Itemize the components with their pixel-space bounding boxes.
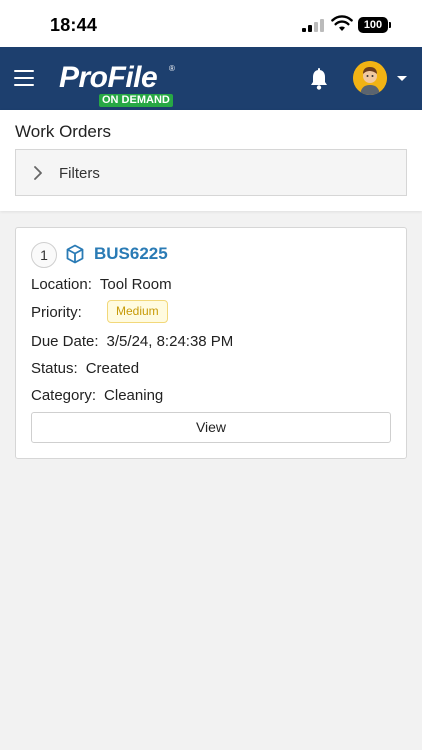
page-title: Work Orders — [15, 122, 112, 141]
logo-registered-mark: ® — [169, 64, 175, 73]
bell-icon[interactable] — [309, 68, 329, 90]
location-value: Tool Room — [99, 276, 172, 293]
work-order-index: 1 — [31, 242, 57, 268]
logo-text: ProFile — [59, 61, 158, 94]
due-date-label: Due Date: — [31, 333, 99, 350]
status-bar: 18:44 100 — [0, 0, 422, 47]
priority-badge: Medium — [107, 300, 168, 323]
status-value: Created — [85, 360, 140, 377]
chevron-right-icon — [34, 166, 42, 180]
category-label: Category: — [31, 387, 97, 404]
location-label: Location: — [31, 276, 92, 293]
location-row: Location: Tool Room — [31, 276, 172, 293]
priority-label: Priority: — [31, 304, 82, 321]
status-time: 18:44 — [50, 15, 98, 35]
battery-icon: 100 — [358, 17, 392, 33]
avatar[interactable] — [353, 61, 387, 95]
work-order-id-link[interactable]: BUS6225 — [94, 244, 168, 264]
category-value: Cleaning — [104, 387, 164, 404]
app-header: ProFile ® ON DEMAND — [0, 47, 422, 110]
wifi-icon — [331, 15, 353, 31]
filters-label: Filters — [59, 165, 100, 182]
due-date-value: 3/5/24, 8:24:38 PM — [106, 333, 234, 350]
status-label: Status: — [31, 360, 78, 377]
menu-icon[interactable] — [14, 70, 34, 86]
priority-row: Priority: Medium — [31, 300, 168, 323]
chevron-down-icon[interactable] — [397, 76, 407, 81]
filters-toggle[interactable]: Filters — [15, 149, 407, 196]
logo-badge: ON DEMAND — [99, 94, 173, 107]
work-order-card: 1 BUS6225 Location: Tool Room Priority: M… — [15, 227, 407, 459]
signal-icon — [302, 18, 324, 32]
work-orders-header: Work Orders Filters — [0, 110, 422, 211]
status-row: Status: Created — [31, 360, 139, 377]
due-date-row: Due Date: 3/5/24, 8:24:38 PM — [31, 333, 233, 350]
view-button[interactable]: View — [31, 412, 391, 443]
box-icon — [66, 244, 84, 264]
category-row: Category: Cleaning — [31, 387, 163, 404]
profile-logo: ProFile ® ON DEMAND — [59, 62, 179, 108]
battery-level: 100 — [358, 17, 388, 33]
